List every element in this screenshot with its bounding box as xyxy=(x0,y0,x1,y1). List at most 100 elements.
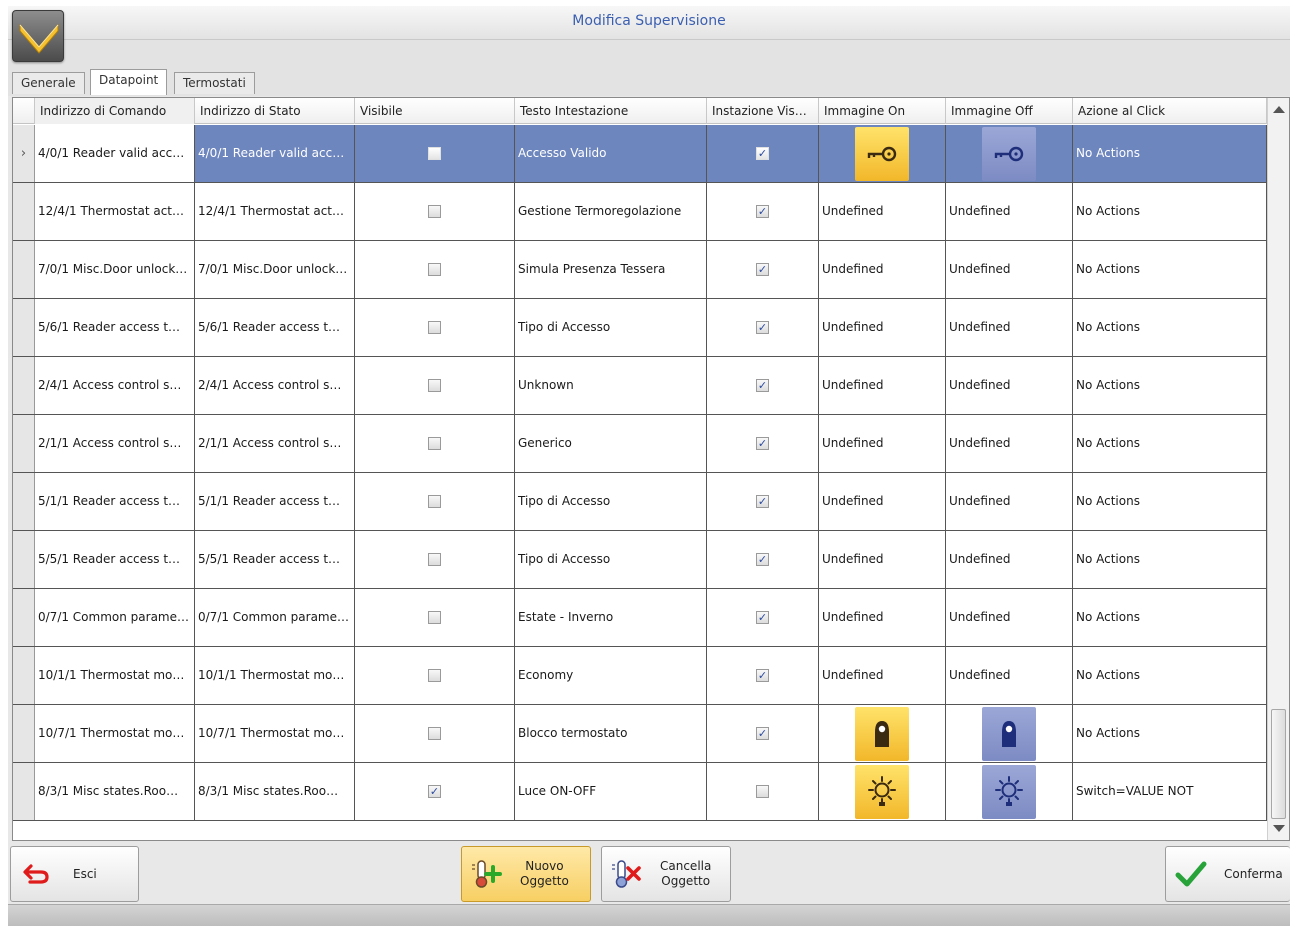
table-row[interactable]: 2/1/1 Access control s… 2/1/1 Access cont… xyxy=(13,415,1267,473)
state-address-cell[interactable]: 2/4/1 Access control s… xyxy=(195,357,355,414)
row-selector[interactable] xyxy=(13,763,35,820)
column-header-visible[interactable]: Visibile xyxy=(355,98,515,124)
image-off-cell[interactable]: Undefined xyxy=(946,531,1073,588)
instance-visible-checkbox[interactable]: ✓ xyxy=(756,205,769,218)
header-text-cell[interactable]: Gestione Termoregolazione xyxy=(515,183,707,240)
command-address-cell[interactable]: 10/1/1 Thermostat mo… xyxy=(35,647,195,704)
exit-button[interactable]: Esci xyxy=(10,846,139,902)
header-text-cell[interactable]: Economy xyxy=(515,647,707,704)
header-text-cell[interactable]: Tipo di Accesso xyxy=(515,299,707,356)
visible-checkbox[interactable] xyxy=(428,379,441,392)
table-row[interactable]: 10/7/1 Thermostat mo… 10/7/1 Thermostat m… xyxy=(13,705,1267,763)
image-off-cell[interactable]: Undefined xyxy=(946,589,1073,646)
image-off-cell[interactable]: Undefined xyxy=(946,357,1073,414)
header-text-cell[interactable]: Tipo di Accesso xyxy=(515,531,707,588)
image-off-cell[interactable]: Undefined xyxy=(946,183,1073,240)
image-on-cell[interactable]: Undefined xyxy=(819,415,946,472)
tab-generale[interactable]: Generale xyxy=(12,72,85,94)
click-action-cell[interactable]: No Actions xyxy=(1073,299,1267,356)
row-selector[interactable] xyxy=(13,357,35,414)
scroll-down-icon[interactable] xyxy=(1273,825,1285,832)
delete-object-button[interactable]: Cancella Oggetto xyxy=(601,846,731,902)
click-action-cell[interactable]: No Actions xyxy=(1073,125,1267,182)
image-on-cell[interactable] xyxy=(819,705,946,762)
scroll-up-icon[interactable] xyxy=(1273,106,1285,113)
click-action-cell[interactable]: No Actions xyxy=(1073,647,1267,704)
visible-checkbox[interactable] xyxy=(428,669,441,682)
vertical-scrollbar[interactable] xyxy=(1267,98,1289,840)
column-header-command-address[interactable]: Indirizzo di Comando xyxy=(35,98,195,124)
table-row[interactable]: 8/3/1 Misc states.Roo… 8/3/1 Misc states.… xyxy=(13,763,1267,821)
command-address-cell[interactable]: 4/0/1 Reader valid acc… xyxy=(35,125,195,182)
instance-visible-checkbox[interactable]: ✓ xyxy=(756,553,769,566)
state-address-cell[interactable]: 5/6/1 Reader access t… xyxy=(195,299,355,356)
command-address-cell[interactable]: 2/4/1 Access control s… xyxy=(35,357,195,414)
row-selector[interactable] xyxy=(13,241,35,298)
column-header-image-off[interactable]: Immagine Off xyxy=(946,98,1073,124)
instance-visible-checkbox[interactable]: ✓ xyxy=(756,263,769,276)
table-row[interactable]: 7/0/1 Misc.Door unlock… 7/0/1 Misc.Door u… xyxy=(13,241,1267,299)
state-address-cell[interactable]: 4/0/1 Reader valid acc… xyxy=(195,125,355,182)
tab-datapoint[interactable]: Datapoint xyxy=(90,69,168,95)
table-row[interactable]: 12/4/1 Thermostat act… 12/4/1 Thermostat … xyxy=(13,183,1267,241)
header-text-cell[interactable]: Estate - Inverno xyxy=(515,589,707,646)
row-selector[interactable] xyxy=(13,647,35,704)
image-on-cell[interactable]: Undefined xyxy=(819,473,946,530)
row-selector[interactable] xyxy=(13,183,35,240)
state-address-cell[interactable]: 5/5/1 Reader access t… xyxy=(195,531,355,588)
header-text-cell[interactable]: Generico xyxy=(515,415,707,472)
visible-checkbox[interactable] xyxy=(428,727,441,740)
row-selector[interactable] xyxy=(13,705,35,762)
image-on-cell[interactable] xyxy=(819,763,946,820)
state-address-cell[interactable]: 10/1/1 Thermostat mo… xyxy=(195,647,355,704)
click-action-cell[interactable]: No Actions xyxy=(1073,705,1267,762)
row-selector[interactable] xyxy=(13,415,35,472)
confirm-button[interactable]: Conferma xyxy=(1165,846,1290,902)
image-off-cell[interactable] xyxy=(946,705,1073,762)
header-text-cell[interactable]: Accesso Valido xyxy=(515,125,707,182)
click-action-cell[interactable]: No Actions xyxy=(1073,357,1267,414)
instance-visible-checkbox[interactable]: ✓ xyxy=(756,379,769,392)
datapoint-grid[interactable]: Indirizzo di Comando Indirizzo di Stato … xyxy=(12,97,1290,841)
image-off-cell[interactable] xyxy=(946,125,1073,182)
row-selector[interactable] xyxy=(13,473,35,530)
command-address-cell[interactable]: 12/4/1 Thermostat act… xyxy=(35,183,195,240)
state-address-cell[interactable]: 7/0/1 Misc.Door unlock… xyxy=(195,241,355,298)
image-on-cell[interactable]: Undefined xyxy=(819,647,946,704)
image-off-cell[interactable]: Undefined xyxy=(946,299,1073,356)
row-selector[interactable]: › xyxy=(13,125,35,182)
visible-checkbox[interactable] xyxy=(428,495,441,508)
visible-checkbox[interactable] xyxy=(428,205,441,218)
table-row[interactable]: 5/6/1 Reader access t… 5/6/1 Reader acces… xyxy=(13,299,1267,357)
column-header-header-text[interactable]: Testo Intestazione xyxy=(515,98,707,124)
header-text-cell[interactable]: Blocco termostato xyxy=(515,705,707,762)
command-address-cell[interactable]: 5/5/1 Reader access t… xyxy=(35,531,195,588)
image-on-cell[interactable]: Undefined xyxy=(819,357,946,414)
state-address-cell[interactable]: 10/7/1 Thermostat mo… xyxy=(195,705,355,762)
visible-checkbox[interactable] xyxy=(428,553,441,566)
command-address-cell[interactable]: 2/1/1 Access control s… xyxy=(35,415,195,472)
header-text-cell[interactable]: Luce ON-OFF xyxy=(515,763,707,820)
instance-visible-checkbox[interactable] xyxy=(756,785,769,798)
click-action-cell[interactable]: No Actions xyxy=(1073,531,1267,588)
click-action-cell[interactable]: No Actions xyxy=(1073,183,1267,240)
click-action-cell[interactable]: Switch=VALUE NOT xyxy=(1073,763,1267,820)
click-action-cell[interactable]: No Actions xyxy=(1073,473,1267,530)
header-text-cell[interactable]: Simula Presenza Tessera xyxy=(515,241,707,298)
instance-visible-checkbox[interactable]: ✓ xyxy=(756,147,769,160)
state-address-cell[interactable]: 12/4/1 Thermostat act… xyxy=(195,183,355,240)
image-off-cell[interactable]: Undefined xyxy=(946,647,1073,704)
image-off-cell[interactable] xyxy=(946,763,1073,820)
visible-checkbox[interactable]: ✓ xyxy=(428,785,441,798)
table-row[interactable]: › 4/0/1 Reader valid acc… 4/0/1 Reader val… xyxy=(13,125,1267,183)
column-header-image-on[interactable]: Immagine On xyxy=(819,98,946,124)
column-header-click-action[interactable]: Azione al Click xyxy=(1073,98,1267,124)
row-selector[interactable] xyxy=(13,589,35,646)
command-address-cell[interactable]: 5/1/1 Reader access t… xyxy=(35,473,195,530)
new-object-button[interactable]: Nuovo Oggetto xyxy=(461,846,591,902)
visible-checkbox[interactable] xyxy=(428,611,441,624)
visible-checkbox[interactable] xyxy=(428,147,441,160)
command-address-cell[interactable]: 10/7/1 Thermostat mo… xyxy=(35,705,195,762)
instance-visible-checkbox[interactable]: ✓ xyxy=(756,495,769,508)
click-action-cell[interactable]: No Actions xyxy=(1073,241,1267,298)
